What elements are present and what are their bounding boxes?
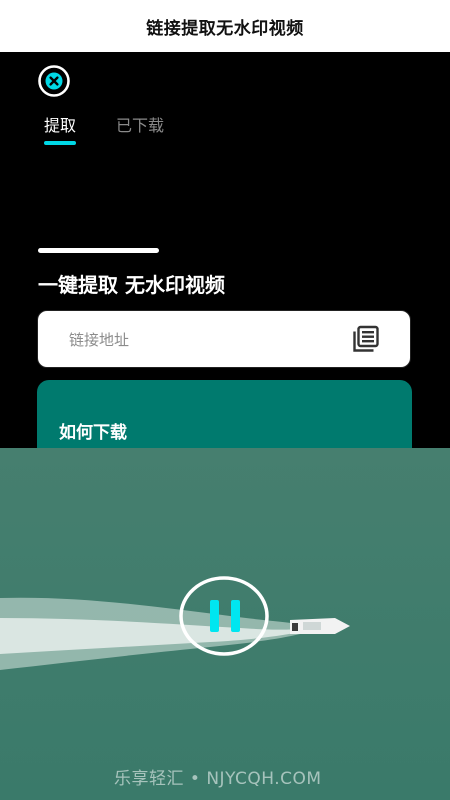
tab-bar: 提取 已下载 <box>44 112 164 145</box>
watermark-text: 乐享轻汇 • NJYCQH.COM <box>114 769 322 789</box>
promo-banner: 链接提取无水印视频 <box>0 0 450 52</box>
close-circle-icon[interactable] <box>37 64 71 98</box>
pause-icon[interactable] <box>179 576 269 656</box>
headline-decor-bar <box>38 248 159 253</box>
paste-icon[interactable] <box>352 325 380 353</box>
tab-downloaded[interactable]: 已下载 <box>116 112 164 136</box>
url-input-placeholder: 链接地址 <box>69 330 130 349</box>
url-input[interactable]: 链接地址 <box>37 310 411 368</box>
how-to-download-label: 如何下载 <box>59 423 127 443</box>
video-player[interactable]: 乐享轻汇 • NJYCQH.COM <box>0 448 450 800</box>
page-headline: 一键提取 无水印视频 <box>38 273 225 297</box>
app-screen: 提取 已下载 一键提取 无水印视频 链接地址 如何下载 乐享轻汇 • NJYCQ… <box>0 52 450 800</box>
banner-title: 链接提取无水印视频 <box>146 18 304 39</box>
tab-extract[interactable]: 提取 <box>44 112 77 145</box>
